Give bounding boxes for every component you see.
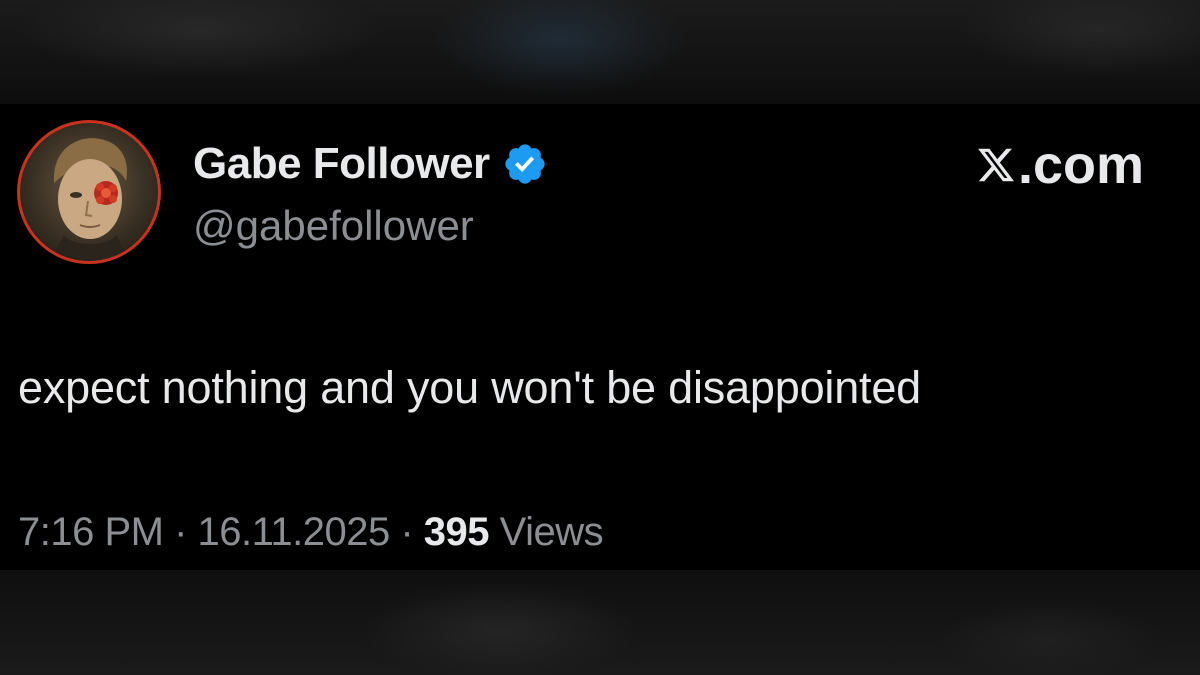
views-label: Views: [489, 510, 604, 554]
author-display-name[interactable]: Gabe Follower: [193, 139, 490, 189]
blurred-background-bottom: [0, 570, 1200, 675]
brand-domain-label: .com: [1017, 135, 1144, 195]
meta-separator: ·: [163, 510, 198, 554]
author-name-row: Gabe Follower: [193, 138, 548, 190]
views-count[interactable]: 395: [424, 510, 490, 554]
avatar[interactable]: [17, 120, 161, 264]
post-date[interactable]: 16.11.2025: [198, 510, 391, 554]
meta-separator: ·: [389, 510, 424, 554]
post-card: Gabe Follower @gabefollower .com expect …: [0, 104, 1200, 570]
post-metadata: 7:16 PM · 16.11.2025 · 395 Views: [18, 510, 604, 555]
x-logo-icon: [978, 148, 1014, 182]
verified-badge-icon: [505, 144, 545, 184]
blurred-background-top: [0, 0, 1200, 104]
brand-logo: .com: [976, 134, 1144, 196]
author-handle[interactable]: @gabefollower: [193, 202, 474, 250]
avatar-portrait: [50, 138, 130, 261]
post-time[interactable]: 7:16 PM: [18, 510, 164, 554]
post-text: expect nothing and you won't be disappoi…: [18, 362, 921, 413]
